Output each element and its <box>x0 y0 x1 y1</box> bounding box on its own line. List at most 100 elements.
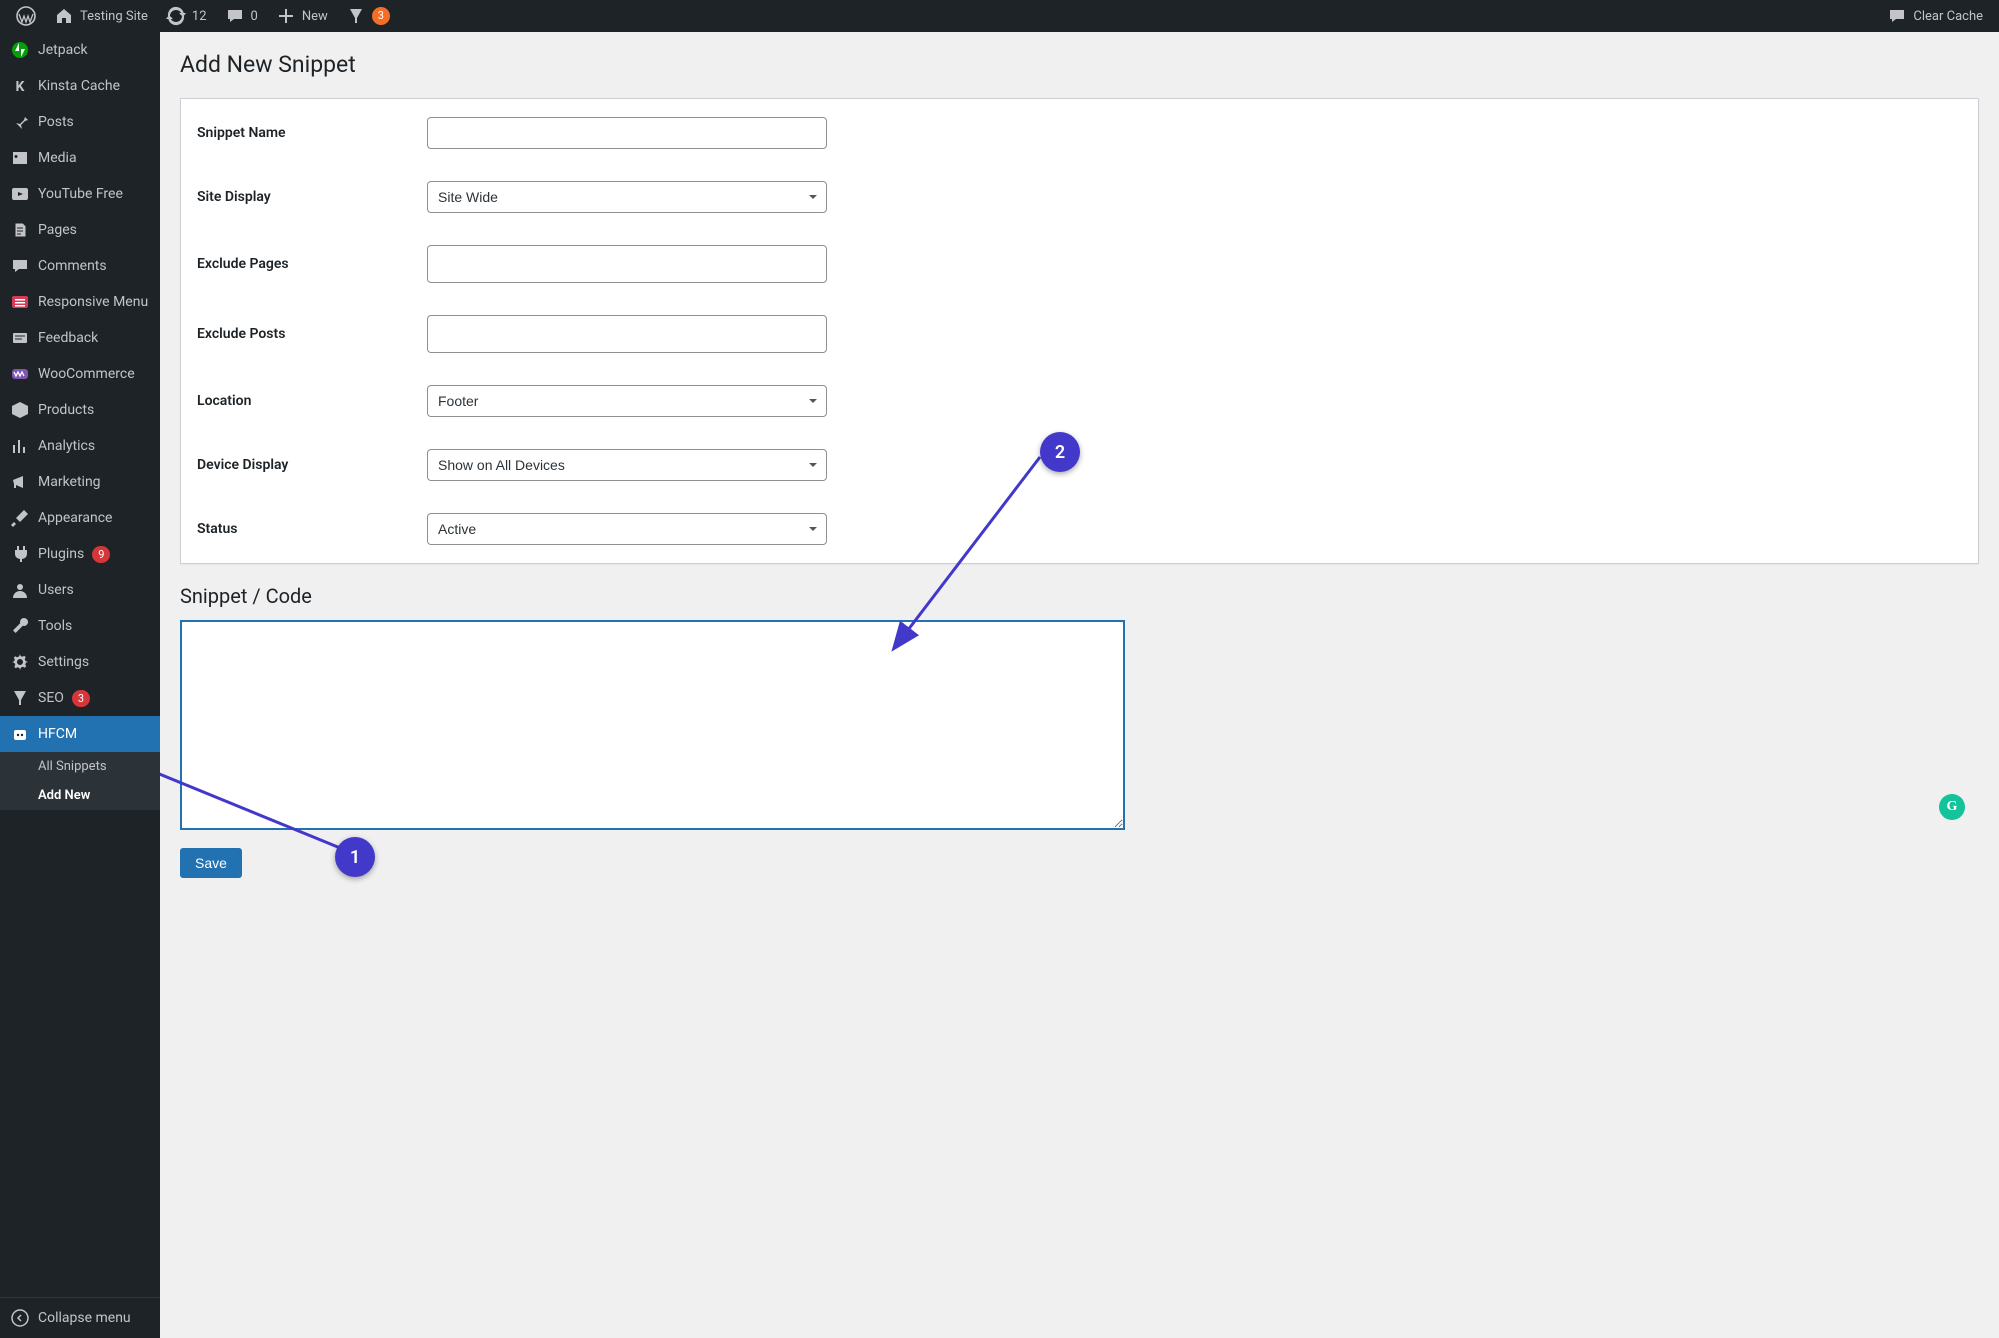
sidebar-item-label: Plugins <box>38 546 84 562</box>
marketing-icon <box>10 472 30 492</box>
sidebar-item-label: YouTube Free <box>38 186 123 202</box>
sidebar-item-posts[interactable]: Posts <box>0 104 160 140</box>
clear-cache-link[interactable]: Clear Cache <box>1879 0 1991 32</box>
exclude-posts-input[interactable] <box>427 315 827 353</box>
page-title: Add New Snippet <box>180 42 1979 98</box>
site-display-select[interactable]: Site Wide <box>427 181 827 213</box>
sidebar-item-label: SEO <box>38 690 64 706</box>
sidebar-item-analytics[interactable]: Analytics <box>0 428 160 464</box>
collapse-menu[interactable]: Collapse menu <box>0 1297 160 1338</box>
code-section-title: Snippet / Code <box>180 564 1979 620</box>
sidebar-item-tools[interactable]: Tools <box>0 608 160 644</box>
woo-icon <box>10 364 30 384</box>
main-content: Add New Snippet Snippet Name Site Displa… <box>160 32 1999 1338</box>
sidebar-item-label: HFCM <box>38 726 77 742</box>
feedback-icon <box>10 328 30 348</box>
status-label: Status <box>197 521 427 537</box>
yoast-link[interactable]: 3 <box>338 0 398 32</box>
location-select[interactable]: Footer <box>427 385 827 417</box>
snippet-name-label: Snippet Name <box>197 125 427 141</box>
site-name: Testing Site <box>80 9 148 24</box>
sidebar-item-label: Posts <box>38 114 74 130</box>
sidebar-item-label: Settings <box>38 654 89 670</box>
comment-icon <box>1887 6 1907 26</box>
sidebar-item-label: Comments <box>38 258 107 274</box>
sidebar-item-pages[interactable]: Pages <box>0 212 160 248</box>
sidebar-item-label: Jetpack <box>38 42 88 58</box>
sidebar-item-comments[interactable]: Comments <box>0 248 160 284</box>
settings-icon <box>10 652 30 672</box>
new-content-link[interactable]: New <box>268 0 336 32</box>
sidebar-item-label: WooCommerce <box>38 366 135 382</box>
sidebar-item-products[interactable]: Products <box>0 392 160 428</box>
users-icon <box>10 580 30 600</box>
appearance-icon <box>10 508 30 528</box>
sidebar-item-responsive-menu[interactable]: Responsive Menu <box>0 284 160 320</box>
plus-icon <box>276 6 296 26</box>
sidebar-item-label: Pages <box>38 222 77 238</box>
comments-link[interactable]: 0 <box>217 0 266 32</box>
pin-icon <box>10 112 30 132</box>
sidebar-item-media[interactable]: Media <box>0 140 160 176</box>
status-select[interactable]: Active <box>427 513 827 545</box>
products-icon <box>10 400 30 420</box>
sidebar-item-jetpack[interactable]: Jetpack <box>0 32 160 68</box>
sidebar-item-appearance[interactable]: Appearance <box>0 500 160 536</box>
snippet-form-panel: Snippet Name Site Display Site Wide Excl… <box>180 98 1979 564</box>
sidebar-item-settings[interactable]: Settings <box>0 644 160 680</box>
pages-icon <box>10 220 30 240</box>
sidebar-item-marketing[interactable]: Marketing <box>0 464 160 500</box>
collapse-label: Collapse menu <box>38 1310 131 1326</box>
sidebar-item-woocommerce[interactable]: WooCommerce <box>0 356 160 392</box>
comment-icon <box>225 6 245 26</box>
annotation-badge-2: 2 <box>1040 432 1080 472</box>
hfcm-icon <box>10 724 30 744</box>
exclude-posts-label: Exclude Posts <box>197 326 427 342</box>
sidebar-item-users[interactable]: Users <box>0 572 160 608</box>
collapse-icon <box>10 1308 30 1328</box>
sidebar-item-label: Kinsta Cache <box>38 78 120 94</box>
sidebar-item-label: Products <box>38 402 94 418</box>
site-name-link[interactable]: Testing Site <box>46 0 156 32</box>
wp-logo[interactable] <box>8 0 44 32</box>
submenu-item-all-snippets[interactable]: All Snippets <box>0 752 160 781</box>
comments-icon <box>10 256 30 276</box>
sidebar-item-youtube-free[interactable]: YouTube Free <box>0 176 160 212</box>
submenu-item-add-new[interactable]: Add New <box>0 781 160 810</box>
wordpress-icon <box>16 6 36 26</box>
code-textarea[interactable] <box>180 620 1125 830</box>
updates-link[interactable]: 12 <box>158 0 215 32</box>
kinsta-icon <box>10 76 30 96</box>
device-display-label: Device Display <box>197 457 427 473</box>
grammarly-icon[interactable]: G <box>1939 794 1965 820</box>
sidebar-item-label: Feedback <box>38 330 98 346</box>
sidebar-item-label: Appearance <box>38 510 112 526</box>
clear-cache-label: Clear Cache <box>1913 9 1983 24</box>
admin-sidebar: Jetpack Kinsta Cache Posts Media YouTube Fre… <box>0 32 160 1338</box>
tools-icon <box>10 616 30 636</box>
sidebar-item-kinsta-cache[interactable]: Kinsta Cache <box>0 68 160 104</box>
home-icon <box>54 6 74 26</box>
sidebar-item-seo[interactable]: SEO 3 <box>0 680 160 716</box>
save-button[interactable]: Save <box>180 848 242 878</box>
sidebar-item-feedback[interactable]: Feedback <box>0 320 160 356</box>
sidebar-item-hfcm[interactable]: HFCM <box>0 716 160 752</box>
comments-count: 0 <box>251 9 258 24</box>
device-display-select[interactable]: Show on All Devices <box>427 449 827 481</box>
sidebar-item-label: Responsive Menu <box>38 294 148 310</box>
yoast-badge: 3 <box>372 7 390 24</box>
updates-count: 12 <box>192 9 207 24</box>
sidebar-badge: 9 <box>92 546 110 563</box>
sidebar-item-plugins[interactable]: Plugins 9 <box>0 536 160 572</box>
sidebar-badge: 3 <box>72 690 90 707</box>
exclude-pages-input[interactable] <box>427 245 827 283</box>
exclude-pages-label: Exclude Pages <box>197 256 427 272</box>
jetpack-icon <box>10 40 30 60</box>
location-label: Location <box>197 393 427 409</box>
snippet-name-input[interactable] <box>427 117 827 149</box>
update-icon <box>166 6 186 26</box>
plugins-icon <box>10 544 30 564</box>
sidebar-item-label: Marketing <box>38 474 101 490</box>
site-display-label: Site Display <box>197 189 427 205</box>
yoast-icon <box>346 6 366 26</box>
